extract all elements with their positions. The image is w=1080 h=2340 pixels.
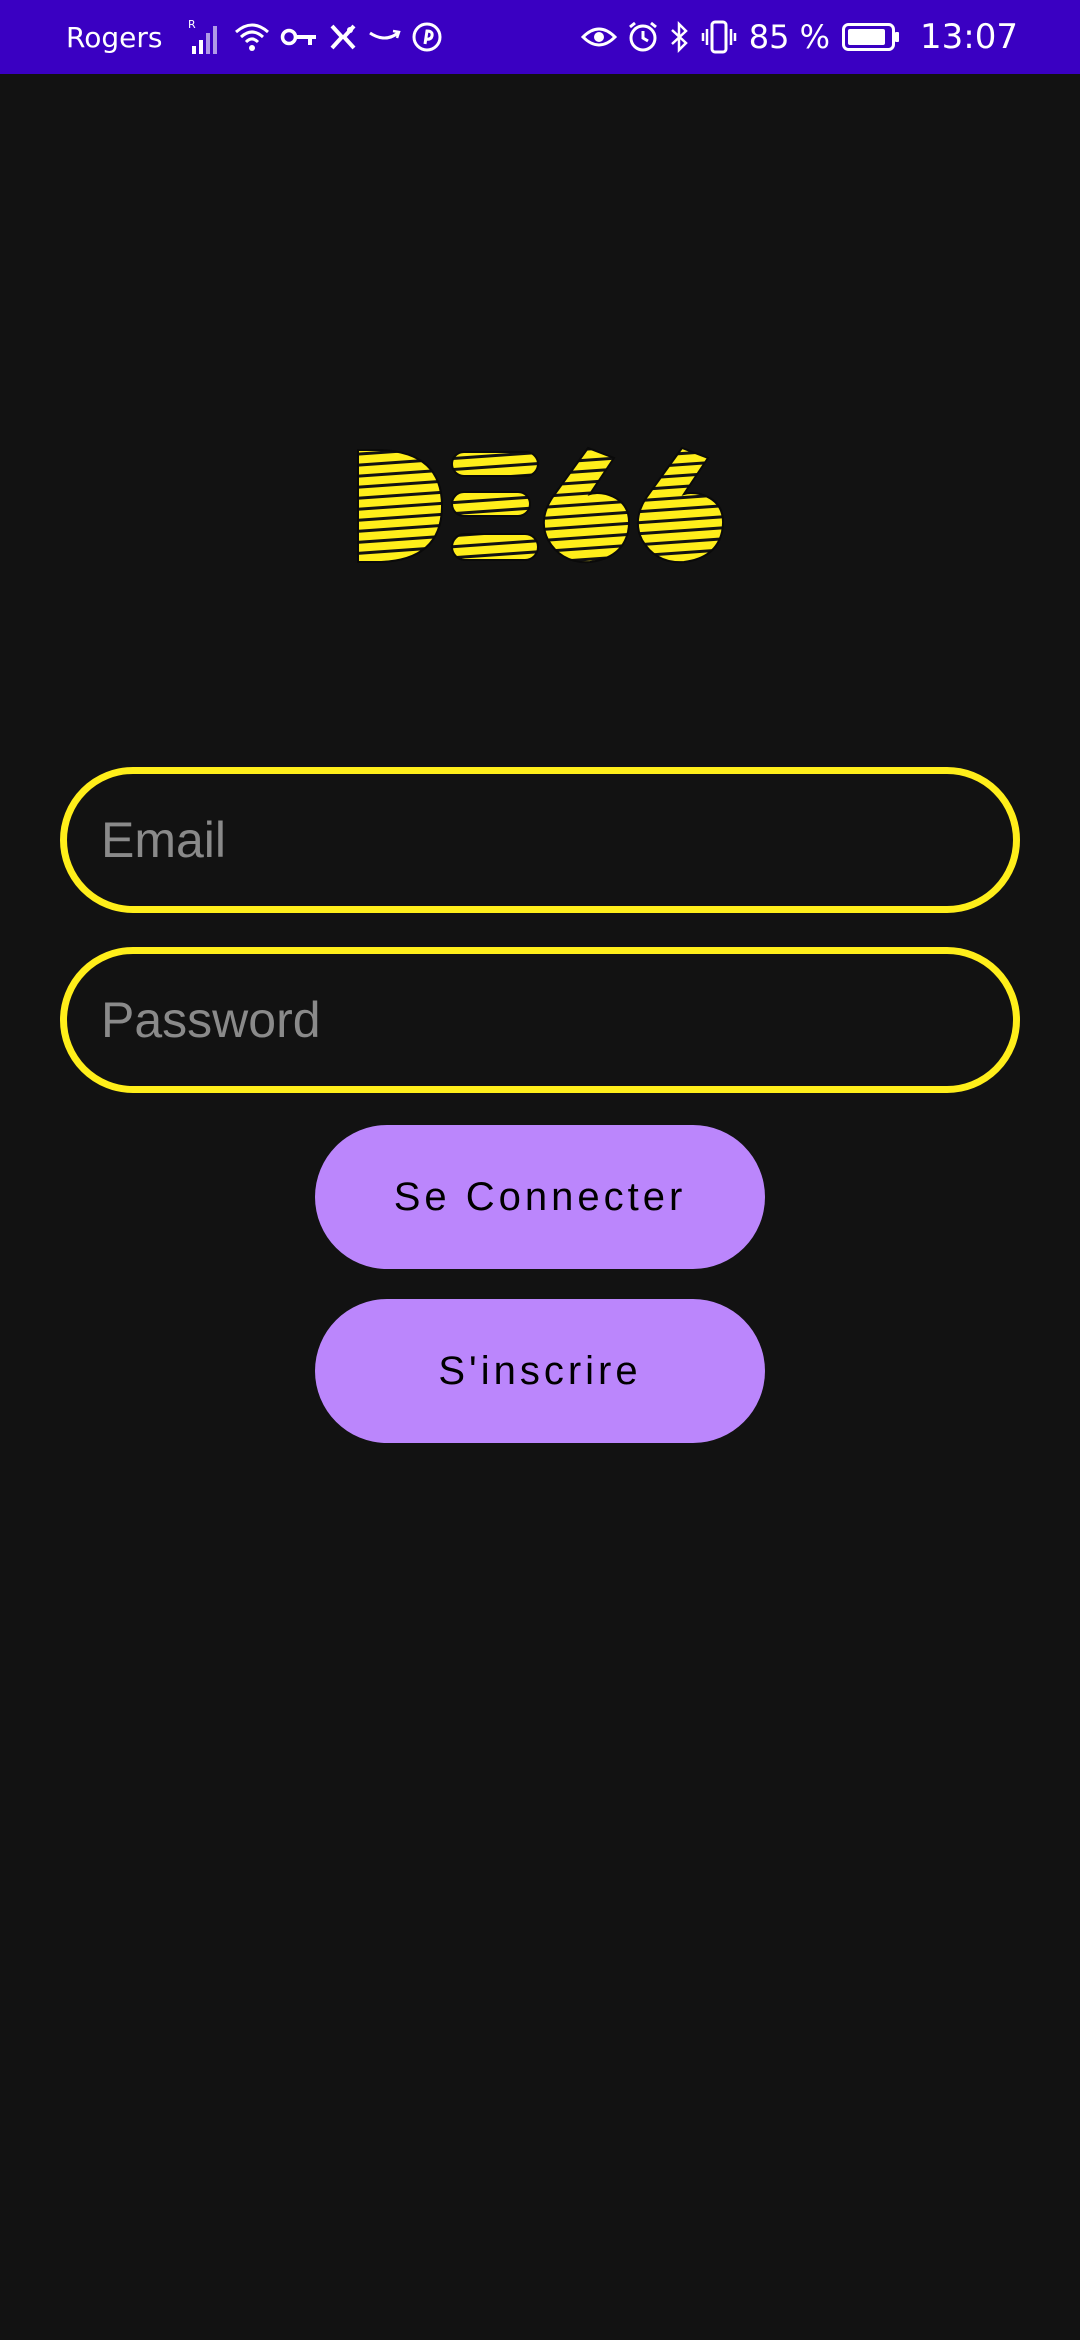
signup-button[interactable]: S'inscrire	[315, 1299, 765, 1443]
vpn-key-icon	[280, 17, 318, 57]
vibrate-icon	[701, 17, 737, 57]
battery-percent: 85 %	[748, 18, 831, 56]
password-field[interactable]	[60, 947, 1020, 1093]
eye-icon	[580, 17, 617, 57]
app-logo	[352, 446, 736, 568]
alarm-icon	[627, 17, 659, 57]
carrier-name: Rogers	[66, 20, 163, 54]
email-field[interactable]	[60, 767, 1020, 913]
clock: 13:07	[920, 17, 1018, 57]
wifi-icon	[234, 17, 270, 57]
email-input[interactable]	[99, 810, 1013, 870]
signal-icon: R	[188, 17, 224, 57]
signal-roaming-badge: R	[188, 18, 196, 31]
status-bar-right: 85 % 13:07	[580, 17, 1018, 57]
pinterest-icon	[412, 17, 442, 57]
password-input[interactable]	[99, 990, 1013, 1050]
app-icon	[328, 17, 358, 57]
battery-icon	[842, 17, 900, 57]
status-bar: Rogers R 85 % 13:07	[0, 0, 1080, 74]
bluetooth-icon	[669, 17, 691, 57]
amazon-icon	[368, 17, 402, 57]
login-button[interactable]: Se Connecter	[315, 1125, 765, 1269]
status-bar-left: Rogers R	[66, 17, 452, 57]
